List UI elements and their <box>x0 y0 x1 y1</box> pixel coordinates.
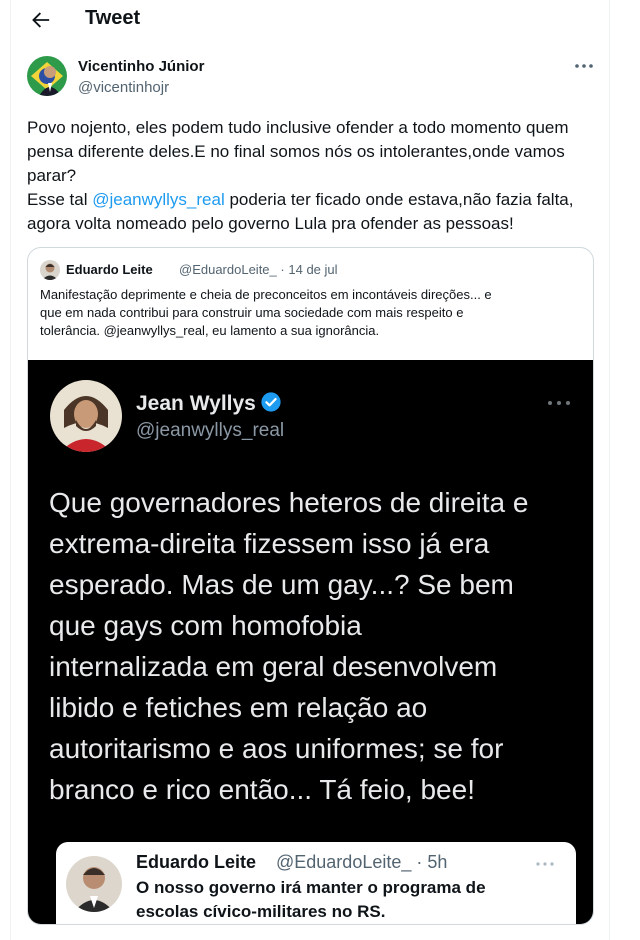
screenshot-tweet-text: Que governadores heteros de direita e ex… <box>49 482 589 810</box>
inner-tweet-text: O nosso governo irá manter o programa de… <box>136 876 486 924</box>
author-name[interactable]: Vicentinho Júnior <box>78 58 204 75</box>
screenshot-line: autoritarismo e aos uniformes; se for <box>49 733 504 764</box>
quote-meta: @EduardoLeite_ · 14 de jul <box>179 262 338 277</box>
screenshot-author-handle: @jeanwyllys_real <box>136 420 285 441</box>
page-header: Tweet <box>11 0 611 40</box>
inner-line: escolas cívico-militares no RS. <box>136 902 386 921</box>
mention-link[interactable]: @jeanwyllys_real <box>92 190 225 209</box>
quoted-media-screenshot[interactable]: Jean Wyllys @jeanwyllys_real Que governa… <box>28 360 593 924</box>
quote-avatar <box>40 260 60 280</box>
tweet-column: Tweet Vicentinho Júnior @vicentinhojr Po… <box>10 0 610 940</box>
inner-quoted-tweet: Eduardo Leite @EduardoLeite_ · 5h O noss… <box>56 842 576 924</box>
screenshot-avatar <box>50 380 122 452</box>
inner-author-name: Eduardo Leite <box>136 852 257 872</box>
inner-avatar <box>66 856 122 912</box>
screenshot-line: libido e fetiches em relação ao <box>49 692 428 723</box>
inner-more-icon <box>534 856 556 866</box>
screenshot-line: extrema-direita fizessem isso já era <box>49 528 490 559</box>
inner-time: · 5h <box>416 852 448 872</box>
screenshot-line: que gays com homofobia <box>49 610 362 641</box>
tweet-line: Esse tal @jeanwyllys_real poderia ter fi… <box>27 188 597 212</box>
tweet-line: pensa diferente deles.E no final somos n… <box>27 142 565 161</box>
tweet-line: agora volta nomeado pelo governo Lula pr… <box>27 214 514 233</box>
quoted-tweet[interactable]: Eduardo Leite @EduardoLeite_ · 14 de jul… <box>27 247 594 925</box>
screenshot-line: Que governadores heteros de direita e <box>49 487 529 518</box>
screenshot-line: branco e rico então... Tá feio, bee! <box>49 774 475 805</box>
quote-text: Manifestação deprimente e cheia de preco… <box>40 286 585 340</box>
inner-line: O nosso governo irá manter o programa de <box>136 878 486 897</box>
screenshot-more-icon <box>546 396 572 408</box>
quote-line: tolerância. @jeanwyllys_real, eu lamento… <box>40 323 380 338</box>
author-handle[interactable]: @vicentinhojr <box>78 79 169 96</box>
avatar[interactable] <box>27 56 67 96</box>
meta-separator: · <box>280 262 285 277</box>
quote-date: 14 de jul <box>288 262 338 277</box>
tweet-line: Povo nojento, eles podem tudo inclusive … <box>27 118 569 137</box>
screenshot-author-name: Jean Wyllys <box>136 392 256 415</box>
more-icon[interactable] <box>573 58 595 74</box>
arrow-left-icon <box>32 12 50 28</box>
tweet-text-segment: Esse tal <box>27 190 93 209</box>
quote-author-name: Eduardo Leite <box>66 262 153 277</box>
inner-meta: @EduardoLeite_ · 5h <box>276 852 447 873</box>
verified-badge-icon <box>260 391 282 413</box>
tweet-line: parar? <box>27 166 77 185</box>
screenshot-line: esperado. Mas de um gay...? Se bem <box>49 569 514 600</box>
screenshot-line: internalizada em geral desenvolvem <box>49 651 498 682</box>
tweet-text-segment: poderia ter ficado onde estava,não fazia… <box>224 190 574 209</box>
quote-line: Manifestação deprimente e cheia de preco… <box>40 287 492 302</box>
tweet-text: Povo nojento, eles podem tudo inclusive … <box>27 116 597 236</box>
quote-handle: @EduardoLeite_ <box>179 262 277 277</box>
back-button[interactable] <box>27 6 55 34</box>
inner-handle: @EduardoLeite_ <box>276 852 412 872</box>
quote-line: que em nada contribui para construir uma… <box>40 305 464 320</box>
page-title: Tweet <box>85 7 141 29</box>
